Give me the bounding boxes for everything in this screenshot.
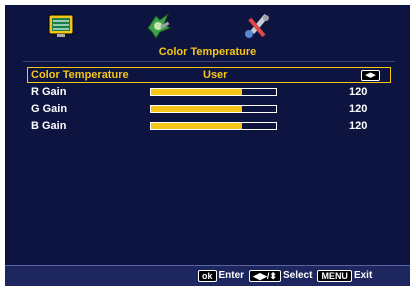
r-gain-row[interactable]: R Gain 120	[27, 85, 393, 99]
tools-icon[interactable]	[241, 10, 273, 42]
left-right-arrows-icon[interactable]: ◀▶	[361, 70, 380, 81]
b-gain-label: B Gain	[31, 120, 67, 132]
picture-icon[interactable]	[45, 10, 77, 42]
menu-icon-bar	[5, 5, 410, 43]
enter-label: Enter	[218, 270, 245, 281]
g-gain-label: G Gain	[31, 103, 68, 115]
r-gain-value: 120	[349, 86, 368, 98]
settings-icon[interactable]	[142, 10, 174, 42]
b-gain-slider[interactable]	[150, 122, 277, 130]
ok-key: ok	[198, 269, 217, 282]
color-temperature-row[interactable]: Color Temperature User ◀▶	[27, 67, 391, 83]
g-gain-row[interactable]: G Gain 120	[27, 102, 393, 116]
color-temperature-value: User	[203, 69, 228, 81]
g-gain-value: 120	[349, 103, 368, 115]
g-gain-fill	[151, 106, 243, 112]
b-gain-fill	[151, 123, 243, 129]
footer-divider	[5, 265, 410, 266]
exit-label: Exit	[353, 270, 373, 281]
r-gain-fill	[151, 89, 243, 95]
footer-hint-group: ok Enter ◀▶/⬍ Select MENU Exit	[198, 269, 372, 282]
footer-hints: ok Enter ◀▶/⬍ Select MENU Exit	[5, 265, 410, 286]
menu-title: Color Temperature	[158, 46, 257, 58]
r-gain-label: R Gain	[31, 86, 67, 98]
color-temperature-label: Color Temperature	[31, 69, 129, 81]
g-gain-slider[interactable]	[150, 105, 277, 113]
osd-menu: Color Temperature Color Temperature User…	[5, 5, 410, 286]
nav-arrows-key: ◀▶/⬍	[249, 269, 281, 282]
r-gain-slider[interactable]	[150, 88, 277, 96]
b-gain-value: 120	[349, 120, 368, 132]
select-label: Select	[282, 270, 313, 281]
b-gain-row[interactable]: B Gain 120	[27, 119, 393, 133]
menu-key: MENU	[317, 269, 352, 282]
title-divider	[23, 61, 395, 62]
